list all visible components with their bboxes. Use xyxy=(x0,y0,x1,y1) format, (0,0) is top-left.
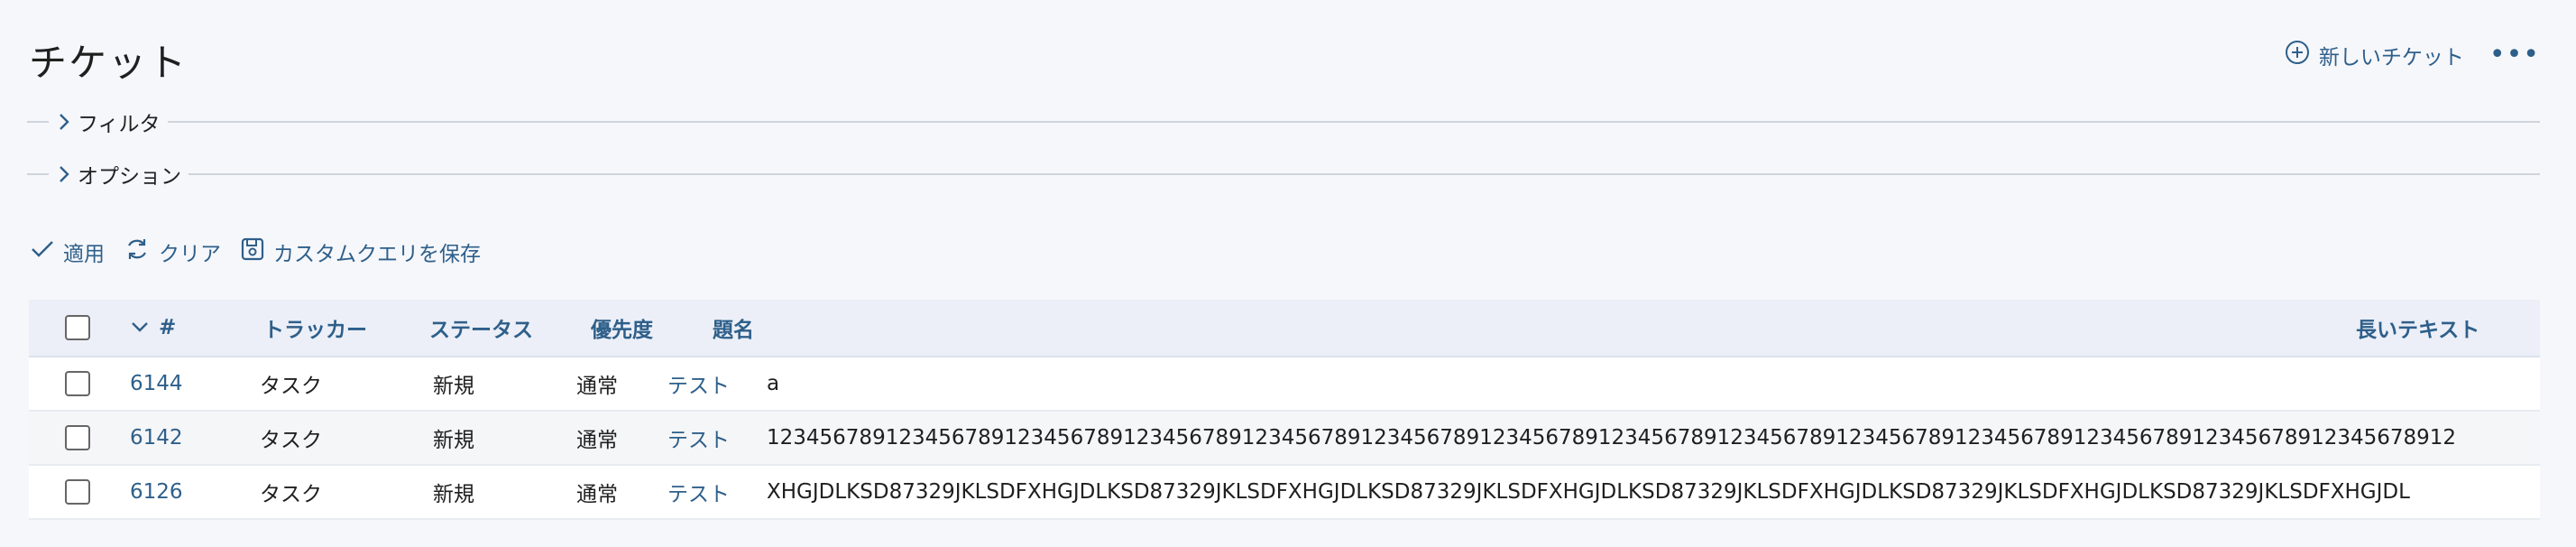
divider xyxy=(167,121,2540,123)
chevron-down-icon xyxy=(130,316,150,339)
priority-cell: 通常 xyxy=(576,483,618,506)
column-header-long-text[interactable]: 長いテキスト xyxy=(2356,300,2479,356)
options-label: オプション xyxy=(78,165,181,189)
long-text-cell: XHGJDLKSD87329JKLSDFXHGJDLKSD87329JKLSDF… xyxy=(767,480,2410,504)
issue-id-link[interactable]: 6126 xyxy=(130,466,183,518)
priority-cell: 通常 xyxy=(576,429,618,452)
filter-fieldset: フィルタ xyxy=(27,107,2540,137)
top-actions: 新しいチケット ••• xyxy=(2285,40,2540,70)
column-header-status[interactable]: ステータス xyxy=(429,300,533,356)
more-horizontal-icon[interactable]: ••• xyxy=(2489,42,2540,69)
column-header-id-label: # xyxy=(159,316,177,339)
clear-button[interactable]: クリア xyxy=(124,236,221,267)
tracker-cell: タスク xyxy=(260,375,322,398)
apply-button[interactable]: 適用 xyxy=(31,236,105,267)
refresh-icon xyxy=(124,236,150,267)
new-ticket-button[interactable]: 新しいチケット xyxy=(2285,40,2464,70)
apply-label: 適用 xyxy=(63,243,105,266)
save-icon xyxy=(241,237,264,266)
divider xyxy=(189,173,2540,175)
chevron-right-icon xyxy=(56,164,72,184)
options-toggle[interactable]: オプション xyxy=(56,159,181,190)
row-checkbox[interactable] xyxy=(65,425,90,450)
issue-id-link[interactable]: 6144 xyxy=(130,357,183,410)
long-text-cell: a xyxy=(767,372,780,395)
row-checkbox[interactable] xyxy=(65,479,90,505)
subject-link[interactable]: テスト xyxy=(667,357,730,410)
tracker-cell: タスク xyxy=(260,429,322,452)
table-header: # トラッカー ステータス 優先度 題名 長いテキスト xyxy=(29,300,2540,357)
divider xyxy=(27,121,49,123)
page-title: チケット xyxy=(29,41,189,85)
select-all-cell xyxy=(65,300,90,356)
options-fieldset: オプション xyxy=(27,159,2540,190)
clear-label: クリア xyxy=(159,243,221,266)
subject-link[interactable]: テスト xyxy=(667,412,730,464)
status-cell: 新規 xyxy=(433,375,474,398)
filter-label: フィルタ xyxy=(78,113,161,136)
tracker-cell: タスク xyxy=(260,483,322,506)
table-row: 6142 タスク 新規 通常 テスト 123456789123456789123… xyxy=(29,412,2540,466)
save-query-button[interactable]: カスタムクエリを保存 xyxy=(241,236,481,267)
table-row: 6126 タスク 新規 通常 テスト XHGJDLKSD87329JKLSDFX… xyxy=(29,466,2540,520)
column-header-tracker[interactable]: トラッカー xyxy=(263,300,367,356)
row-select-cell xyxy=(65,466,90,518)
priority-cell: 通常 xyxy=(576,375,618,398)
subject-link[interactable]: テスト xyxy=(667,466,730,518)
row-select-cell xyxy=(65,412,90,464)
plus-circle-icon xyxy=(2285,40,2310,70)
issues-table: # トラッカー ステータス 優先度 題名 長いテキスト 6144 タスク 新規 … xyxy=(29,300,2540,520)
new-ticket-label: 新しいチケット xyxy=(2318,46,2464,70)
column-header-priority[interactable]: 優先度 xyxy=(591,300,653,356)
save-query-label: カスタムクエリを保存 xyxy=(273,243,481,266)
divider xyxy=(27,173,49,175)
table-row: 6144 タスク 新規 通常 テスト a xyxy=(29,357,2540,412)
row-checkbox[interactable] xyxy=(65,371,90,396)
filter-toggle[interactable]: フィルタ xyxy=(56,107,161,137)
status-cell: 新規 xyxy=(433,429,474,452)
check-icon xyxy=(31,239,54,264)
query-actions: 適用 クリア カスタムクエリを保存 xyxy=(31,236,481,267)
select-all-checkbox[interactable] xyxy=(65,315,90,340)
status-cell: 新規 xyxy=(433,483,474,506)
chevron-right-icon xyxy=(56,112,72,132)
issue-id-link[interactable]: 6142 xyxy=(130,412,183,464)
column-header-subject[interactable]: 題名 xyxy=(713,300,754,356)
column-header-id[interactable]: # xyxy=(130,300,176,356)
row-select-cell xyxy=(65,357,90,410)
long-text-cell: 1234567891234567891234567891234567891234… xyxy=(767,426,2457,450)
